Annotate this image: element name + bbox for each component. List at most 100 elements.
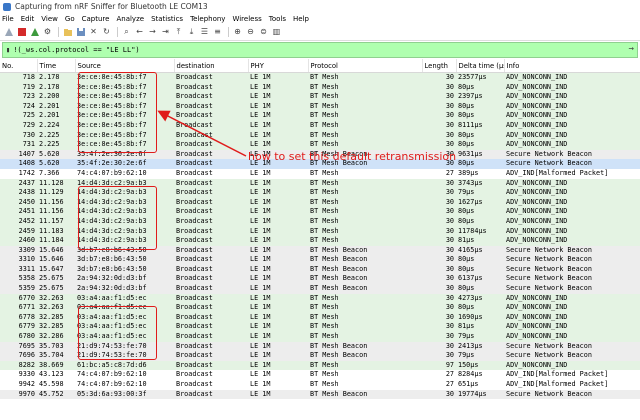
packet-row[interactable]: 725 2.201 3e:ce:8e:45:8b:f7 Broadcast LE 1M B…: [0, 111, 640, 121]
back-arrow-icon[interactable]: ←: [134, 27, 145, 38]
packet-no: 6779: [0, 322, 37, 333]
packet-delta-time: 80µs: [456, 284, 504, 294]
options-gear-icon[interactable]: ⚙: [42, 27, 53, 38]
column-header-length[interactable]: Length: [422, 59, 457, 73]
packet-row[interactable]: 6780 32.286 03:a4:aa:f1:d5:ec Broadcast LE 1…: [0, 332, 640, 342]
menu-go[interactable]: Go: [65, 15, 75, 23]
menu-statistics[interactable]: Statistics: [151, 15, 183, 23]
packet-protocol: BT Mesh: [308, 168, 422, 179]
packet-no: 2460: [0, 236, 37, 246]
packet-row[interactable]: 3309 15.646 3d:b7:e8:b6:43:50 Broadcast LE 1…: [0, 245, 640, 256]
reload-icon[interactable]: ↻: [101, 27, 112, 38]
packet-row[interactable]: 2451 11.156 14:d4:3d:c2:9a:b3 Broadcast LE 1…: [0, 207, 640, 217]
forward-arrow-icon[interactable]: →: [147, 27, 158, 38]
menu-capture[interactable]: Capture: [82, 15, 110, 23]
packet-row[interactable]: 723 2.200 3e:ce:8e:45:8b:f7 Broadcast LE 1M B…: [0, 92, 640, 102]
close-file-icon[interactable]: ✕: [88, 27, 99, 38]
menu-tools[interactable]: Tools: [269, 15, 286, 23]
first-packet-icon[interactable]: ⤒: [173, 27, 184, 38]
packet-row[interactable]: 6779 32.285 03:a4:aa:f1:d5:ec Broadcast LE 1…: [0, 322, 640, 333]
packet-row[interactable]: 2452 11.157 14:d4:3d:c2:9a:b3 Broadcast LE 1…: [0, 216, 640, 227]
packet-row[interactable]: 731 2.225 3e:ce:8e:45:8b:f7 Broadcast LE 1M B…: [0, 140, 640, 150]
packet-time: 2.200: [37, 92, 75, 102]
packet-phy: LE 1M: [248, 332, 308, 342]
go-to-packet-icon[interactable]: ⇥: [160, 27, 171, 38]
autoscroll-icon[interactable]: ☰: [199, 27, 210, 38]
packet-source: 3e:ce:8e:45:8b:f7: [75, 120, 174, 131]
colorize-icon[interactable]: ≡: [212, 27, 223, 38]
find-icon[interactable]: ⌕: [121, 27, 132, 38]
packet-row[interactable]: 9942 45.598 74:c4:07:b9:62:10 Broadcast LE 1…: [0, 380, 640, 390]
packet-row[interactable]: 1742 7.366 74:c4:07:b9:62:10 Broadcast LE 1M…: [0, 168, 640, 179]
shark-fin-start-icon[interactable]: [3, 27, 14, 38]
menu-view[interactable]: View: [41, 15, 58, 23]
packet-no: 729: [0, 120, 37, 131]
column-header-destination[interactable]: destination: [174, 59, 249, 73]
display-filter-input[interactable]: !(_ws.col.protocol == "LE LL"): [13, 46, 139, 54]
packet-protocol: BT Mesh: [308, 207, 422, 217]
packet-row[interactable]: 8282 38.669 61:bc:a5:c8:7d:d6 Broadcast LE 1…: [0, 360, 640, 371]
packet-row[interactable]: 5359 25.675 2a:94:32:0d:d3:bf Broadcast LE 1…: [0, 284, 640, 294]
normal-size-icon[interactable]: ⊜: [258, 27, 269, 38]
packet-list[interactable]: No. Time Source destination PHY Protocol…: [0, 59, 640, 420]
packet-row[interactable]: 2459 11.183 14:d4:3d:c2:9a:b3 Broadcast LE 1…: [0, 226, 640, 237]
packet-row[interactable]: 6771 32.263 03:a4:aa:f1:d5:ec Broadcast LE 1…: [0, 303, 640, 313]
column-header-time[interactable]: Time: [37, 59, 76, 73]
packet-time: 5.620: [37, 159, 75, 169]
packet-row[interactable]: 718 2.178 3e:ce:8e:45:8b:f7 Broadcast LE 1M B…: [0, 72, 640, 83]
packet-row[interactable]: 2438 11.129 14:d4:3d:c2:9a:b3 Broadcast LE 1…: [0, 188, 640, 198]
menu-analyze[interactable]: Analyze: [116, 15, 144, 23]
column-header-info[interactable]: Info: [504, 59, 640, 73]
column-header-source[interactable]: Source: [75, 59, 175, 73]
menu-wireless[interactable]: Wireless: [232, 15, 261, 23]
packet-row[interactable]: 7695 35.703 21:d9:74:53:fe:70 Broadcast LE 1…: [0, 341, 640, 352]
packet-phy: LE 1M: [248, 351, 308, 361]
packet-row[interactable]: 729 2.224 3e:ce:8e:45:8b:f7 Broadcast LE 1M B…: [0, 120, 640, 131]
packet-row[interactable]: 730 2.225 3e:ce:8e:45:8b:f7 Broadcast LE 1M B…: [0, 130, 640, 141]
packet-source: 14:d4:3d:c2:9a:b3: [75, 188, 174, 198]
packet-row[interactable]: 3311 15.647 3d:b7:e8:b6:43:50 Broadcast LE 1…: [0, 264, 640, 275]
column-header-delta-time[interactable]: Delta time (µs e: [456, 59, 505, 73]
packet-no: 2452: [0, 216, 37, 227]
packet-row[interactable]: 3310 15.646 3d:b7:e8:b6:43:50 Broadcast LE 1…: [0, 255, 640, 265]
save-file-icon[interactable]: [75, 27, 86, 38]
zoom-in-icon[interactable]: ⊕: [232, 27, 243, 38]
packet-info: ADV_NONCONN_IND: [504, 111, 640, 121]
packet-protocol: BT Mesh: [308, 322, 422, 333]
resize-columns-icon[interactable]: ▥: [271, 27, 282, 38]
filter-bookmark-icon[interactable]: ▮: [6, 46, 10, 54]
packet-row[interactable]: 2450 11.156 14:d4:3d:c2:9a:b3 Broadcast LE 1…: [0, 197, 640, 208]
stop-icon[interactable]: [16, 27, 27, 38]
last-packet-icon[interactable]: ⤓: [186, 27, 197, 38]
packet-row[interactable]: 9330 43.123 74:c4:07:b9:62:10 Broadcast LE 1…: [0, 370, 640, 380]
menu-edit[interactable]: Edit: [21, 15, 35, 23]
display-filter-bar[interactable]: ▮ !(_ws.col.protocol == "LE LL") →: [2, 42, 638, 58]
packet-length: 30: [422, 130, 456, 141]
packet-time: 32.285: [37, 322, 75, 333]
packet-row[interactable]: 6770 32.263 03:a4:aa:f1:d5:ec Broadcast LE 1…: [0, 293, 640, 304]
column-header-protocol[interactable]: Protocol: [308, 59, 423, 73]
restart-icon[interactable]: [29, 27, 40, 38]
packet-row[interactable]: 6778 32.285 03:a4:aa:f1:d5:ec Broadcast LE 1…: [0, 312, 640, 323]
menu-help[interactable]: Help: [293, 15, 309, 23]
packet-row[interactable]: 2437 11.128 14:d4:3d:c2:9a:b3 Broadcast LE 1…: [0, 178, 640, 189]
menu-file[interactable]: File: [2, 15, 14, 23]
packet-row[interactable]: 5358 25.675 2a:94:32:0d:d3:bf Broadcast LE 1…: [0, 274, 640, 285]
open-folder-icon[interactable]: [62, 27, 73, 38]
packet-delta-time: 81µs: [456, 236, 504, 246]
menu-telephony[interactable]: Telephony: [190, 15, 225, 23]
packet-delta-time: 80µs: [456, 101, 504, 112]
packet-row[interactable]: 2460 11.184 14:d4:3d:c2:9a:b3 Broadcast LE 1…: [0, 236, 640, 246]
packet-length: 30: [422, 111, 456, 121]
zoom-out-icon[interactable]: ⊖: [245, 27, 256, 38]
packet-row[interactable]: 7696 35.704 21:d9:74:53:fe:70 Broadcast LE 1…: [0, 351, 640, 361]
packet-delta-time: 150µs: [456, 360, 504, 371]
column-header-no[interactable]: No.: [0, 59, 38, 73]
packet-row[interactable]: 719 2.178 3e:ce:8e:45:8b:f7 Broadcast LE 1M B…: [0, 82, 640, 93]
packet-delta-time: 1627µs: [456, 197, 504, 208]
packet-row[interactable]: 9970 45.752 05:3d:6a:93:00:3f Broadcast LE 1…: [0, 389, 640, 400]
column-header-phy[interactable]: PHY: [248, 59, 309, 73]
apply-filter-arrow-icon[interactable]: →: [629, 44, 634, 54]
packet-no: 719: [0, 82, 37, 93]
packet-row[interactable]: 724 2.201 3e:ce:8e:45:8b:f7 Broadcast LE 1M B…: [0, 101, 640, 112]
